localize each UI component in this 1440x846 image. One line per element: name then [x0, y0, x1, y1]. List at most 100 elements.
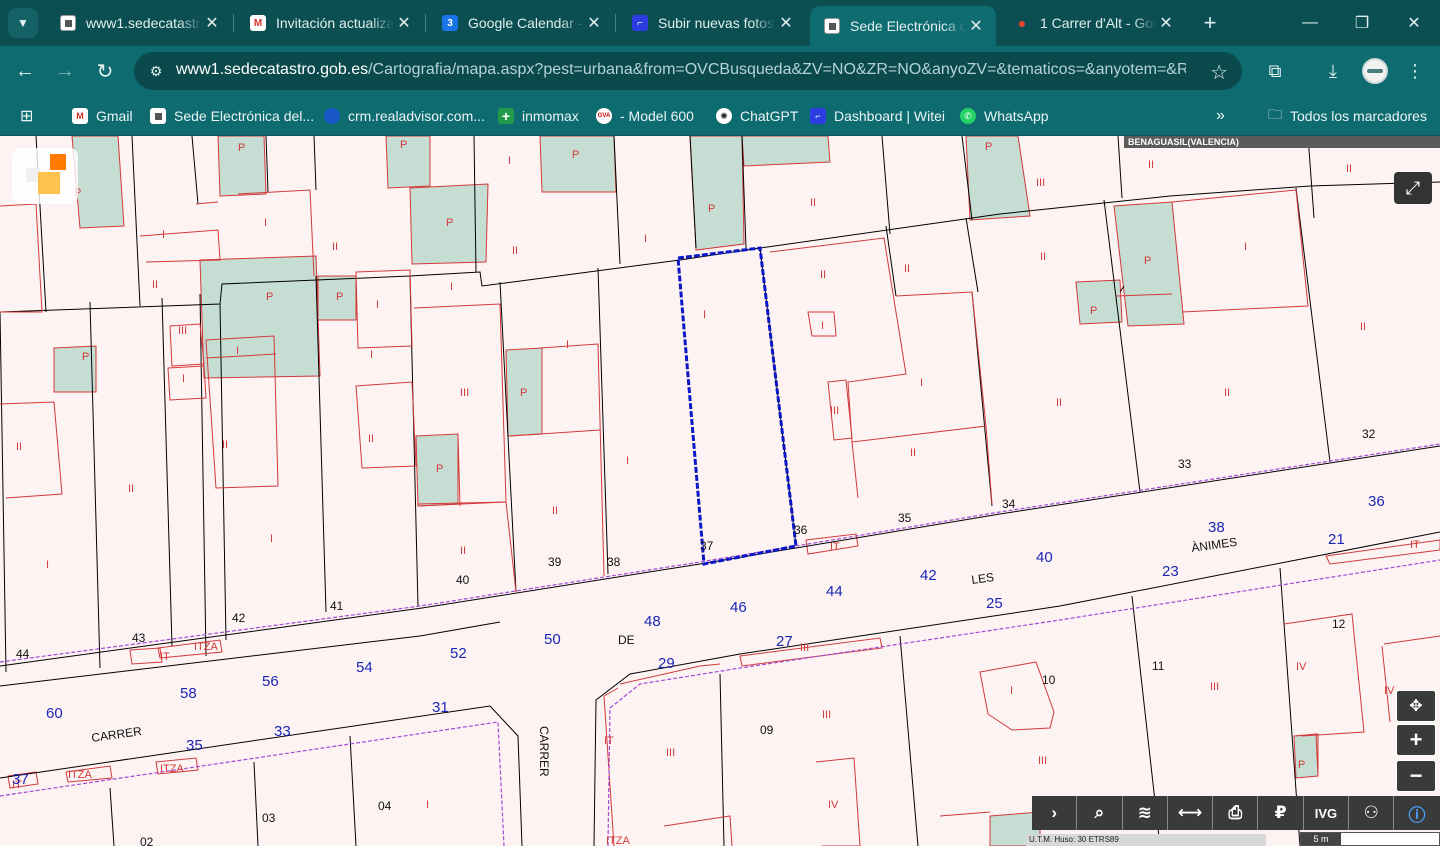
bookmark-label: WhatsApp — [984, 108, 1049, 124]
parcel-number: 41 — [330, 599, 344, 613]
tab-5-active[interactable]: Sede Electrónica del ✕ — [810, 6, 996, 46]
tab-separator — [425, 14, 426, 32]
minus-icon: − — [1409, 763, 1423, 788]
minimize-button[interactable]: — — [1290, 8, 1330, 38]
selected-parcel-outline[interactable] — [676, 246, 798, 566]
svg-text:IT: IT — [160, 651, 170, 663]
bookmarks-bar: ⊞ M Gmail Sede Electrónica del... crm.rea… — [0, 96, 1440, 136]
bookmark-label: ChatGPT — [740, 108, 799, 124]
bookmark-witei[interactable]: ⌐ Dashboard | Witei — [810, 104, 945, 128]
parcel-numbers: 4443 4241 4039 3837 3635 3433 3212 1110 … — [16, 427, 1376, 846]
forward-button[interactable]: → — [50, 56, 80, 86]
extensions-button[interactable]: ⧉ — [1260, 56, 1290, 86]
svg-text:II: II — [460, 545, 466, 557]
street-name: ÀNIMES — [1190, 534, 1238, 555]
ivg-icon[interactable]: IVG — [1304, 796, 1350, 830]
svg-text:P: P — [446, 217, 453, 229]
kebab-menu-icon: ⋮ — [1406, 60, 1424, 81]
svg-text:II: II — [1360, 321, 1366, 333]
parcel-number: 32 — [1362, 427, 1376, 441]
address-bar[interactable]: ⚙ www1.sedecatastro.gob.es/Cartografia/m… — [134, 52, 1242, 90]
all-bookmarks-label: Todos los marcadores — [1290, 108, 1427, 124]
back-button[interactable]: ← — [10, 56, 40, 86]
svg-text:II: II — [1040, 251, 1046, 263]
parcel-number: 34 — [1002, 497, 1016, 511]
svg-text:I: I — [566, 339, 569, 351]
reload-button[interactable]: ↻ — [90, 56, 120, 86]
close-icon[interactable]: ✕ — [966, 16, 986, 36]
bookmark-realadvisor[interactable]: crm.realadvisor.com... — [324, 104, 485, 128]
svg-text:II: II — [810, 197, 816, 209]
tab-title: 1 Carrer d'Alt - Google — [1040, 15, 1156, 31]
close-icon: ✕ — [1407, 15, 1421, 32]
map-toolbar: › ⌕ ≋ ⟷ ⎙ ₽ IVG ⚇ ⓘ — [1032, 796, 1440, 830]
tab-2[interactable]: M Invitación actualizada ✕ — [236, 6, 424, 40]
svg-text:I: I — [508, 155, 511, 167]
layers-icon[interactable]: ≋ — [1123, 796, 1168, 830]
bookmark-sede[interactable]: Sede Electrónica del... — [150, 104, 314, 128]
svg-text:I: I — [644, 233, 647, 245]
tab-6[interactable]: ● 1 Carrer d'Alt - Google ✕ — [1000, 6, 1186, 40]
svg-text:P: P — [572, 149, 579, 161]
close-icon[interactable]: ✕ — [202, 13, 222, 33]
all-bookmarks-button[interactable]: 🗀 Todos los marcadores — [1268, 104, 1427, 128]
svg-text:I: I — [370, 349, 373, 361]
chevron-right-icon[interactable]: › — [1032, 796, 1078, 830]
svg-text:42: 42 — [920, 567, 937, 584]
svg-text:P: P — [336, 291, 343, 303]
tab-search-button[interactable]: ▼ — [8, 8, 38, 38]
bookmark-inmomax[interactable]: + inmomax — [498, 104, 579, 128]
zoom-in-button[interactable]: + — [1396, 724, 1436, 756]
svg-text:I: I — [376, 299, 379, 311]
apps-button[interactable]: ⊞ — [20, 104, 33, 128]
site-settings-icon[interactable]: ⚙ — [146, 61, 166, 81]
svg-text:II: II — [222, 439, 228, 451]
profile-avatar[interactable] — [1362, 58, 1388, 84]
puzzle-icon: ⧉ — [1268, 60, 1282, 81]
svg-text:II: II — [16, 441, 22, 453]
svg-text:I: I — [182, 373, 185, 385]
measure-icon[interactable]: ⟷ — [1168, 796, 1214, 830]
close-icon[interactable]: ✕ — [1156, 13, 1176, 33]
menu-button[interactable]: ⋮ — [1400, 56, 1430, 86]
svg-text:II: II — [1346, 163, 1352, 175]
parcel-number: 40 — [456, 573, 470, 587]
bookmark-star-icon[interactable]: ☆ — [1210, 60, 1228, 85]
bookmark-chatgpt[interactable]: ✺ ChatGPT — [716, 104, 798, 128]
close-icon[interactable]: ✕ — [394, 13, 414, 33]
bookmarks-overflow-button[interactable]: » — [1216, 104, 1225, 128]
parcel-map-svg[interactable]: PPIP PIIIP IIIIIIIP IIIIP IIIIPI PIIIII … — [0, 136, 1440, 846]
search-icon[interactable]: ⌕ — [1077, 796, 1123, 830]
zoom-out-button[interactable]: − — [1396, 760, 1436, 792]
close-icon[interactable]: ✕ — [584, 13, 604, 33]
locate-button[interactable]: ✥ — [1396, 690, 1436, 722]
bookmark-label: - Model 600 — [620, 108, 694, 124]
ref-icon[interactable]: ₽ — [1258, 796, 1304, 830]
parcel-number: 36 — [794, 523, 808, 537]
fullscreen-button[interactable]: ⤢ — [1394, 172, 1432, 204]
restore-button[interactable]: ❐ — [1342, 8, 1382, 38]
parcel-number: 43 — [132, 631, 146, 645]
svg-text:ITZA: ITZA — [606, 835, 630, 846]
tab-3[interactable]: 3 Google Calendar - ✕ — [428, 6, 614, 40]
close-icon[interactable]: ✕ — [776, 13, 796, 33]
catastro-icon — [60, 15, 76, 31]
info-icon[interactable]: ⓘ — [1394, 796, 1439, 830]
svg-text:36: 36 — [1368, 493, 1385, 510]
tab-1[interactable]: www1.sedecatastro.gob.es ✕ — [46, 6, 232, 40]
bookmark-model600[interactable]: GVA - Model 600 — [596, 104, 694, 128]
print-icon[interactable]: ⎙ — [1213, 796, 1259, 830]
cadastral-map[interactable]: PPIP PIIIP IIIIIIIP IIIIP IIIIPI PIIIII … — [0, 136, 1440, 846]
svg-text:I: I — [162, 229, 165, 241]
new-tab-button[interactable]: + — [1198, 8, 1222, 38]
svg-text:II: II — [552, 505, 558, 517]
close-window-button[interactable]: ✕ — [1394, 8, 1434, 38]
url-text[interactable]: www1.sedecatastro.gob.es/Cartografia/map… — [176, 61, 1186, 79]
group-icon[interactable]: ⚇ — [1349, 796, 1395, 830]
bookmark-whatsapp[interactable]: ✆ WhatsApp — [960, 104, 1049, 128]
tab-4[interactable]: ⌐ Subir nuevas fotos ✕ — [618, 6, 806, 40]
downloads-button[interactable]: ⤓ — [1318, 56, 1348, 86]
calendar-icon: 3 — [442, 15, 458, 31]
parcel-number: 12 — [1332, 617, 1346, 631]
bookmark-gmail[interactable]: M Gmail — [72, 104, 133, 128]
